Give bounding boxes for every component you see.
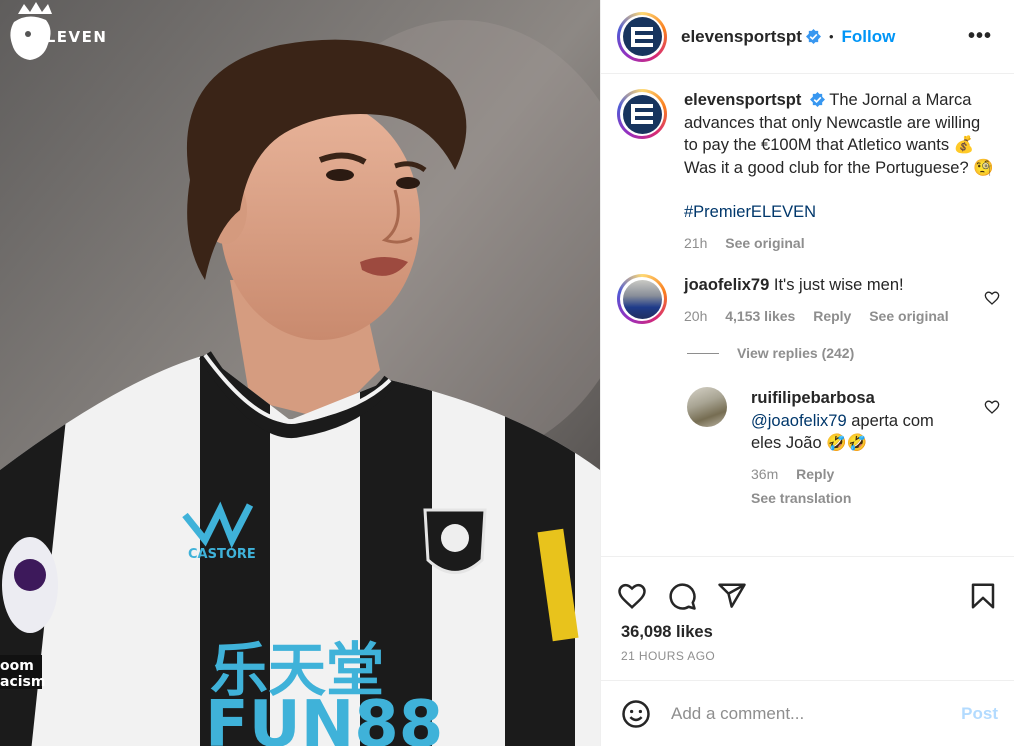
comment-item: joaofelix79 It's just wise men! 20h 4,15… — [601, 274, 1014, 327]
post-header: elevensportspt • Follow ••• — [601, 0, 1014, 74]
reply-heart-icon[interactable] — [984, 399, 1000, 415]
caption-avatar[interactable] — [617, 89, 667, 139]
comment-bubble-icon[interactable] — [667, 581, 697, 611]
reply-translation: See translation — [751, 487, 961, 510]
post-panel: elevensportspt • Follow ••• elevensports… — [600, 0, 1014, 746]
view-replies-button[interactable]: View replies (242) — [687, 345, 1014, 361]
comment-see-original[interactable]: See original — [869, 308, 948, 324]
reply-see-translation[interactable]: See translation — [751, 490, 851, 506]
caption-username[interactable]: elevensportspt — [684, 91, 801, 109]
view-replies-label: View replies (242) — [737, 345, 855, 361]
verified-badge-icon — [805, 29, 821, 44]
eleven-e-icon — [631, 104, 653, 124]
follow-button[interactable]: Follow — [842, 27, 896, 47]
header-separator: • — [828, 29, 834, 44]
reply-avatar[interactable] — [687, 387, 727, 427]
reply-mention[interactable]: @joaofelix79 — [751, 412, 847, 430]
post-time-ago: 21 HOURS AGO — [621, 649, 716, 663]
sponsor-text-2: FUN88 — [205, 688, 443, 746]
account-avatar[interactable] — [617, 11, 667, 62]
commenter-avatar[interactable] — [617, 274, 667, 324]
emoji-smiley-icon[interactable] — [621, 699, 651, 729]
comment-time: 20h — [684, 307, 708, 324]
post-actions: 36,098 likes 21 HOURS AGO — [601, 556, 1014, 681]
kit-maker-text: CASTORE — [188, 547, 256, 562]
comment-heart-icon[interactable] — [984, 290, 1000, 306]
share-paper-plane-icon[interactable] — [717, 581, 747, 611]
comment-composer: Post — [601, 682, 1014, 746]
comments-section[interactable]: elevensportspt The Jornal a Marca advanc… — [601, 75, 1014, 556]
likes-count[interactable]: 36,098 likes — [601, 623, 1014, 642]
sleeve-text-1: oom — [0, 658, 34, 674]
more-options-button[interactable]: ••• — [968, 25, 998, 48]
post-image[interactable]: CASTORE 乐天堂 FUN88 oom acism ELEVEN — [0, 0, 600, 746]
reply-time: 36m — [751, 465, 779, 482]
caption-see-original[interactable]: See original — [725, 235, 804, 251]
verified-badge-icon — [809, 92, 825, 107]
post-caption: elevensportspt The Jornal a Marca advanc… — [601, 75, 1014, 254]
save-bookmark-icon[interactable] — [968, 581, 998, 611]
header-username[interactable]: elevensportspt — [681, 27, 802, 47]
view-replies-line — [687, 352, 719, 354]
caption-time: 21h — [684, 234, 708, 251]
eleven-e-icon — [631, 26, 653, 47]
reply-item: ruifilipebarbosa @joaofelix79 aperta com… — [687, 387, 1014, 510]
reply-username[interactable]: ruifilipebarbosa — [751, 389, 875, 407]
like-heart-icon[interactable] — [617, 581, 647, 611]
reply-meta: 36m Reply — [751, 463, 961, 486]
comment-input[interactable] — [671, 704, 962, 724]
premier-league-logo — [10, 2, 52, 61]
caption-hashtag[interactable]: #PremierELEVEN — [684, 201, 994, 224]
comment-text: It's just wise men! — [773, 276, 904, 294]
reply-reply-button[interactable]: Reply — [796, 466, 834, 482]
comment-reply-button[interactable]: Reply — [813, 308, 851, 324]
comment-meta: 20h 4,153 likes Reply See original — [684, 305, 974, 328]
post-comment-button[interactable]: Post — [961, 704, 998, 724]
player-illustration: CASTORE 乐天堂 FUN88 oom acism — [0, 0, 600, 746]
commenter-username[interactable]: joaofelix79 — [684, 276, 769, 294]
sleeve-text-2: acism — [0, 674, 45, 690]
comment-likes[interactable]: 4,153 likes — [725, 308, 795, 324]
caption-meta: 21h See original — [684, 232, 994, 255]
